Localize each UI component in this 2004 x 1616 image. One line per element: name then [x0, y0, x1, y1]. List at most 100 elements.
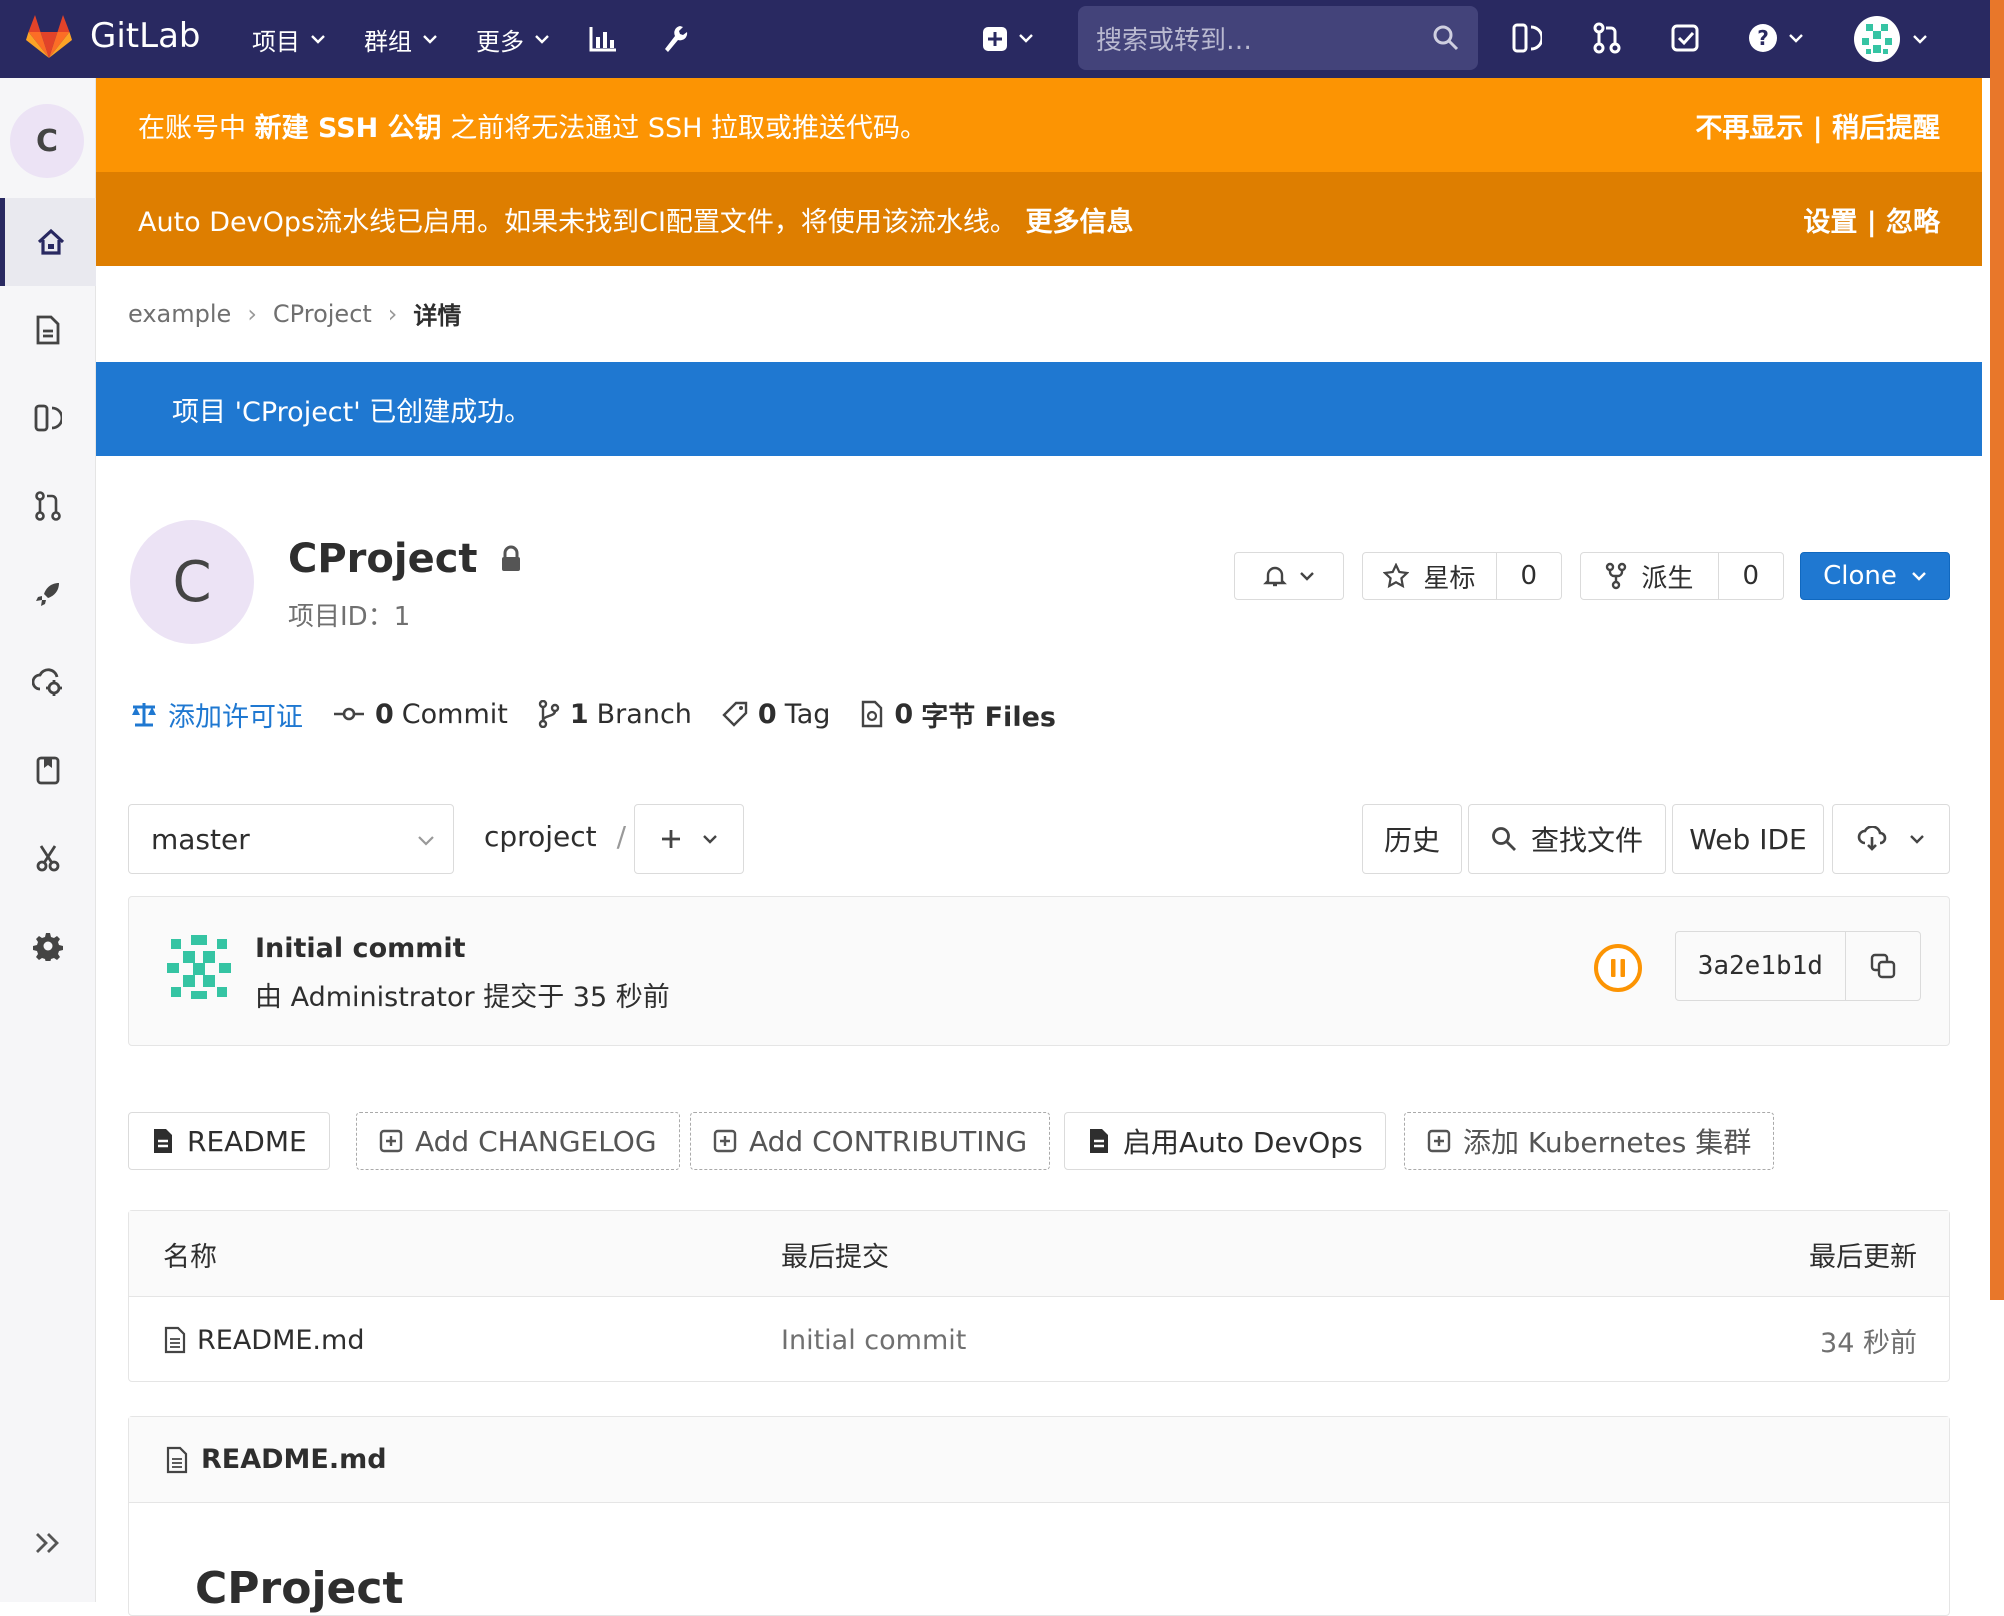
ssh-banner-actions[interactable]: 不再显示 | 稍后提醒 — [1695, 106, 1940, 145]
breadcrumb-project[interactable]: CProject — [273, 300, 372, 328]
add-contributing-button[interactable]: Add CONTRIBUTING — [690, 1112, 1051, 1170]
sidebar-item-merge-requests[interactable] — [0, 462, 96, 550]
repo-path: cproject / — [484, 820, 626, 853]
commit-sha[interactable]: 3a2e1b1d — [1676, 951, 1845, 981]
download-dropdown[interactable] — [1832, 804, 1950, 874]
notification-dropdown[interactable] — [1234, 552, 1344, 600]
menu-more[interactable]: 更多 — [476, 22, 550, 57]
file-tree-table: 名称 最后提交 最后更新 README.md Initial commit 34… — [128, 1210, 1950, 1382]
readme-panel: README.md CProject — [128, 1416, 1950, 1616]
tags-stat[interactable]: 0 Tag — [722, 698, 831, 730]
clone-dropdown[interactable]: Clone — [1800, 552, 1950, 600]
flash-message: 项目 'CProject' 已创建成功。 — [172, 396, 532, 428]
sidebar-item-wiki[interactable] — [0, 726, 96, 814]
page-scrollbar[interactable] — [1990, 0, 2004, 1602]
sidebar-item-ci-cd[interactable] — [0, 550, 96, 638]
doc-icon — [154, 1129, 172, 1153]
history-label: 历史 — [1383, 824, 1440, 857]
sidebar-item-snippets[interactable] — [0, 814, 96, 902]
search-icon — [1433, 25, 1459, 51]
file-name-link[interactable]: README.md — [197, 1325, 364, 1356]
star-icon — [1383, 563, 1410, 589]
branches-count: 1 — [569, 698, 589, 730]
sidebar-project-avatar[interactable]: C — [10, 104, 84, 178]
files-stat[interactable]: 0 字节 Files — [860, 695, 1064, 734]
breadcrumb-current: 详情 — [413, 302, 462, 330]
menu-projects[interactable]: 项目 — [252, 22, 326, 57]
ssh-warning-prefix: 在账号中 — [138, 112, 255, 144]
user-menu[interactable] — [1852, 14, 1936, 64]
add-to-tree-dropdown[interactable] — [634, 804, 744, 874]
sidebar-item-home[interactable] — [0, 198, 96, 286]
breadcrumb-group[interactable]: example — [128, 300, 231, 328]
menu-projects-label: 项目 — [252, 27, 300, 56]
collapse-sidebar-button[interactable] — [0, 1510, 96, 1576]
web-ide-label: Web IDE — [1689, 822, 1807, 856]
branches-label: Branch — [596, 698, 692, 730]
enable-auto-devops-button[interactable]: 启用Auto DevOps — [1064, 1112, 1386, 1170]
tags-label: Tag — [784, 698, 831, 730]
fork-button[interactable]: 派生 0 — [1580, 552, 1784, 600]
copy-sha-button[interactable] — [1844, 932, 1920, 1000]
breadcrumb-separator-icon: › — [387, 299, 398, 328]
commit-title[interactable]: Initial commit — [255, 933, 466, 964]
commits-stat[interactable]: 0 Commit — [333, 699, 508, 730]
add-license-link[interactable]: 添加许可证 — [130, 695, 303, 734]
more-info-link[interactable]: 更多信息 — [1026, 207, 1134, 238]
sidebar-item-operations[interactable] — [0, 638, 96, 726]
star-button[interactable]: 星标 0 — [1362, 552, 1562, 600]
auto-devops-actions[interactable]: 设置 | 忽略 — [1803, 200, 1940, 239]
add-ssh-key-link[interactable]: 新建 SSH 公钥 — [255, 113, 442, 144]
pipeline-paused-icon[interactable] — [1593, 943, 1643, 993]
plus-square-icon — [379, 1129, 403, 1153]
repo-path-root[interactable]: cproject — [484, 820, 597, 853]
chevron-down-icon — [703, 835, 717, 844]
sidebar-item-settings[interactable] — [0, 902, 96, 990]
search-input[interactable]: 搜索或转到… — [1078, 6, 1478, 70]
col-last-update-header: 最后更新 — [1809, 1241, 1917, 1273]
web-ide-button[interactable]: Web IDE — [1672, 804, 1824, 874]
file-last-commit-link[interactable]: Initial commit — [781, 1297, 966, 1383]
help-dropdown[interactable]: ? — [1748, 22, 1810, 54]
branches-stat[interactable]: 1 Branch — [538, 699, 692, 730]
sidebar-item-repository[interactable] — [0, 286, 96, 374]
readme-filename[interactable]: README.md — [201, 1444, 387, 1475]
issues-icon[interactable] — [1512, 22, 1542, 54]
scrollbar-thumb[interactable] — [1990, 0, 2004, 1300]
find-file-button[interactable]: 查找文件 — [1468, 804, 1666, 874]
author-avatar-icon[interactable] — [163, 931, 235, 1003]
top-navbar: GitLab 项目 群组 更多 搜索或转到… ? — [0, 0, 1990, 78]
project-stats: 添加许可证 0 Commit 1 Branch 0 Tag 0 字节 Files — [130, 690, 1094, 738]
history-button[interactable]: 历史 — [1362, 804, 1462, 874]
todo-icon[interactable] — [1670, 22, 1700, 54]
new-dropdown[interactable] — [982, 26, 1038, 52]
col-name-header: 名称 — [163, 1241, 217, 1273]
top-menu: 项目 群组 更多 — [252, 0, 688, 78]
branch-selector[interactable]: master — [128, 804, 454, 874]
merge-request-icon[interactable] — [1592, 22, 1622, 54]
star-count[interactable]: 0 — [1495, 553, 1561, 599]
activity-chart-icon[interactable] — [588, 25, 618, 53]
add-kubernetes-cluster-button[interactable]: 添加 Kubernetes 集群 — [1404, 1112, 1775, 1170]
auto-devops-text: Auto DevOps流水线已启用。如果未找到CI配置文件，将使用该流水线。 更… — [138, 200, 1134, 239]
add-changelog-button[interactable]: Add CHANGELOG — [356, 1112, 680, 1170]
plus-square-icon — [983, 27, 1033, 51]
search-placeholder: 搜索或转到… — [1096, 25, 1253, 56]
fork-label: 派生 — [1641, 563, 1694, 594]
col-last-commit-header: 最后提交 — [781, 1241, 889, 1273]
sidebar-item-issues[interactable] — [0, 374, 96, 462]
readme-shortcut-label: README — [187, 1124, 307, 1158]
readme-shortcut[interactable]: README — [128, 1112, 330, 1170]
project-title: CProject — [288, 536, 522, 582]
chevron-down-icon — [418, 836, 434, 846]
table-row[interactable]: README.md — [163, 1297, 364, 1383]
gitlab-logo[interactable]: GitLab — [26, 14, 200, 58]
chevron-down-icon — [1910, 835, 1924, 844]
menu-more-label: 更多 — [476, 27, 524, 56]
snippets-icon — [36, 845, 60, 872]
wrench-icon[interactable] — [662, 24, 688, 54]
fork-count[interactable]: 0 — [1717, 553, 1783, 599]
ssh-warning-suffix: 之前将无法通过 SSH 拉取或推送代码。 — [441, 112, 927, 144]
menu-groups[interactable]: 群组 — [364, 22, 438, 57]
file-text-icon — [166, 1446, 188, 1473]
